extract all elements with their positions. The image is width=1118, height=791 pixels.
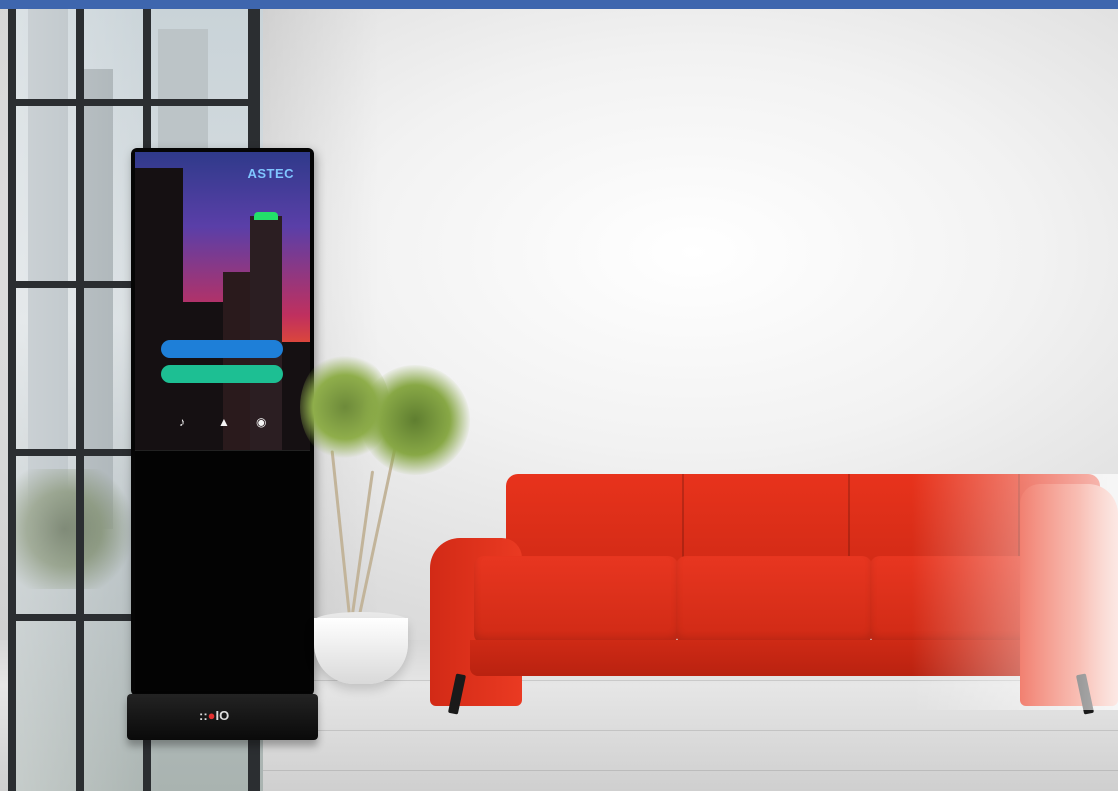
kiosk-base: ::●IO	[127, 694, 318, 740]
base-logo: ::●IO	[199, 708, 230, 723]
kiosk-music-icon[interactable]: ♪	[179, 415, 185, 429]
kiosk-screen: ASTEC ♪ ▲ ◉	[135, 152, 310, 450]
kiosk-brand-logo: ASTEC	[247, 166, 294, 181]
top-bar	[0, 0, 1118, 9]
showroom-scene: ASTEC ♪ ▲ ◉ ::●IO	[0, 0, 1118, 791]
kiosk-lower-panel	[135, 450, 310, 693]
red-sofa	[430, 474, 1118, 715]
kiosk-eye-icon[interactable]: ◉	[256, 415, 266, 429]
digital-signage-kiosk: ASTEC ♪ ▲ ◉	[131, 148, 314, 696]
kiosk-secondary-button[interactable]	[161, 365, 283, 383]
kiosk-primary-button[interactable]	[161, 340, 283, 358]
plant-pot	[314, 618, 408, 684]
kiosk-bell-icon[interactable]: ▲	[218, 415, 230, 429]
